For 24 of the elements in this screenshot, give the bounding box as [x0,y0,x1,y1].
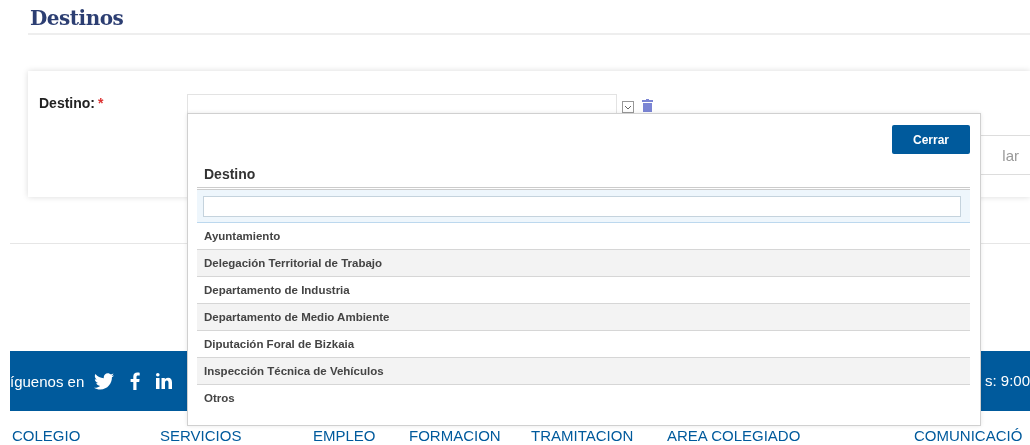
option-row[interactable]: Inspección Técnica de Vehículos [197,358,970,385]
field-label: Destino: * [39,95,104,111]
page-title: Destinos [30,6,124,30]
filter-field[interactable] [203,196,961,217]
nav-link[interactable]: TRAMITACION [531,428,634,444]
nav-link[interactable]: AREA COLEGIADO [667,428,801,444]
nav-link[interactable]: EMPLEO [313,428,376,444]
nav-link[interactable]: SERVICIOS [160,428,242,444]
trash-icon[interactable] [642,99,653,112]
option-row[interactable]: Delegación Territorial de Trabajo [197,250,970,277]
column-header: Destino [204,166,256,182]
twitter-icon[interactable] [94,372,115,390]
dropdown-icon[interactable] [622,101,634,113]
close-button[interactable]: Cerrar [892,125,970,154]
facebook-icon[interactable] [130,372,141,390]
follow-text: íguenos en [10,372,85,390]
hours-text: s: 9:00 [984,372,1030,389]
nav-link[interactable]: FORMACION [409,428,501,444]
linkedin-icon[interactable] [156,373,173,389]
destination-field[interactable] [187,94,617,116]
option-row[interactable]: Otros [197,385,970,411]
option-row[interactable]: Departamento de Medio Ambiente [197,304,970,331]
nav-link[interactable]: COLEGIO [12,428,81,444]
nav-link[interactable]: COMUNICACIÓ [914,428,1023,444]
